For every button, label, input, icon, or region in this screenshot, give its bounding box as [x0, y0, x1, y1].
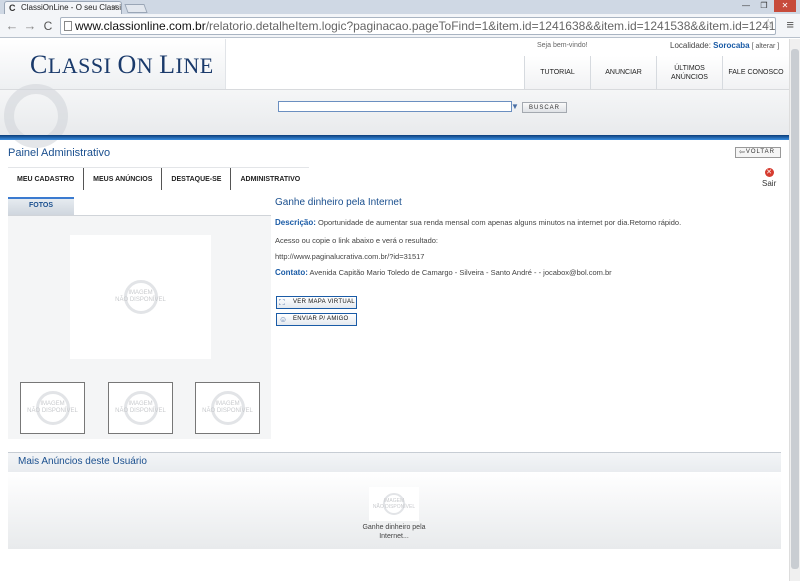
- ad-description: Descrição: Oportunidade de aumentar sua …: [275, 218, 681, 227]
- new-tab-button[interactable]: [124, 4, 148, 13]
- ad-link: http://www.paginalucrativa.com.br/?id=31…: [275, 252, 425, 261]
- search-button[interactable]: BUSCAR: [522, 102, 567, 113]
- more-ad-thumbnail[interactable]: IMAGEM NÃO DISPONÍVEL: [369, 487, 419, 521]
- description-label: Descrição:: [275, 218, 316, 227]
- ad-contact: Contato: Avenida Capitão Mario Toledo de…: [275, 268, 612, 277]
- ad-title: Ganhe dinheiro pela Internet: [275, 197, 402, 208]
- photo-thumbnail[interactable]: IMAGEM NÃO DISPONÍVEL: [195, 382, 260, 434]
- menu-wrench-icon[interactable]: ≡: [786, 17, 794, 32]
- locality-label: Localidade:: [670, 41, 714, 50]
- more-ad-caption[interactable]: Ganhe dinheiro pela Internet...: [361, 523, 427, 541]
- contact-label: Contato:: [275, 268, 308, 277]
- send-to-friend-label: ENVIAR P/ AMIGO: [293, 316, 349, 322]
- minimize-icon[interactable]: —: [738, 0, 754, 12]
- scroll-thumb[interactable]: [791, 49, 799, 569]
- send-to-friend-button[interactable]: ☺ ENVIAR P/ AMIGO: [276, 313, 357, 326]
- back-arrow-icon: ⇦: [739, 149, 746, 156]
- site-header: CLASSI ON LINE Seja bem-vindo! Localidad…: [0, 39, 800, 89]
- main-photo[interactable]: IMAGEM NÃO DISPONÍVEL: [70, 235, 211, 359]
- header-divider: [0, 135, 800, 140]
- chevron-down-icon[interactable]: ▼: [511, 102, 519, 111]
- tab-administrativo[interactable]: ADMINISTRATIVO: [231, 168, 309, 190]
- browser-tab[interactable]: C ClassiOnLine - O seu ClassiFi ×: [4, 1, 122, 15]
- url-host: www.classionline.com.br: [75, 19, 206, 33]
- photo-thumbnail[interactable]: IMAGEM NÃO DISPONÍVEL: [20, 382, 85, 434]
- locality: Localidade: Sorocaba [ alterar ]: [670, 41, 779, 50]
- window-controls: — ❐ ✕: [738, 0, 796, 12]
- menu-fale-conosco[interactable]: FALE CONOSCO: [722, 56, 790, 89]
- forward-icon[interactable]: →: [22, 18, 38, 34]
- tab-title: ClassiOnLine - O seu ClassiFi: [21, 3, 122, 12]
- photo-thumbnail[interactable]: IMAGEM NÃO DISPONÍVEL: [108, 382, 173, 434]
- no-image-text: IMAGEM NÃO DISPONÍVEL: [372, 498, 416, 510]
- menu-tutorial[interactable]: TUTORIAL: [524, 56, 590, 89]
- chrome-favicon-icon: C: [9, 3, 16, 13]
- window-close-icon[interactable]: ✕: [774, 0, 796, 12]
- bookmark-star-icon[interactable]: ☆: [762, 16, 774, 32]
- logout-link[interactable]: ✕ Sair: [762, 168, 776, 188]
- view-map-label: VER MAPA VIRTUAL: [293, 299, 355, 305]
- tab-meu-cadastro[interactable]: MEU CADASTRO: [8, 168, 85, 190]
- browser-toolbar: ← → C www.classionline.com.br/relatorio.…: [0, 14, 800, 38]
- admin-tabs: MEU CADASTRO MEUS ANÚNCIOS DESTAQUE-SE A…: [8, 167, 310, 190]
- logo-area[interactable]: CLASSI ON LINE: [0, 39, 226, 89]
- ad-text-line: Acesso ou copie o link abaixo e verá o r…: [275, 236, 439, 245]
- no-image-text: IMAGEM NÃO DISPONÍVEL: [202, 401, 253, 414]
- more-ads-title: Mais Anúncios deste Usuário: [18, 456, 147, 467]
- map-icon: ⛶: [279, 298, 285, 307]
- no-image-text: IMAGEM NÃO DISPONÍVEL: [27, 401, 78, 414]
- view-map-button[interactable]: ⛶ VER MAPA VIRTUAL: [276, 296, 357, 309]
- tab-destaque-se[interactable]: DESTAQUE-SE: [162, 168, 232, 190]
- locality-city: Sorocaba: [713, 41, 750, 50]
- address-bar[interactable]: www.classionline.com.br/relatorio.detalh…: [60, 17, 776, 35]
- logout-label: Sair: [762, 179, 777, 188]
- no-image-text: IMAGEM NÃO DISPONÍVEL: [115, 290, 166, 303]
- back-icon[interactable]: ←: [4, 18, 20, 34]
- search-input[interactable]: [278, 101, 512, 112]
- menu-ultimos-anuncios[interactable]: ÚLTIMOS ANÚNCIOS: [656, 56, 722, 89]
- tab-fotos[interactable]: FOTOS: [8, 197, 74, 215]
- tab-meus-anuncios[interactable]: MEUS ANÚNCIOS: [84, 168, 163, 190]
- user-icon: ☺: [279, 315, 288, 324]
- page-icon: [64, 21, 72, 31]
- url-path: /relatorio.detalheItem.logic?paginacao.p…: [205, 19, 776, 33]
- tab-close-icon[interactable]: ×: [112, 2, 117, 12]
- logout-icon: ✕: [764, 168, 774, 177]
- maximize-icon[interactable]: ❐: [756, 0, 772, 12]
- page-title: Painel Administrativo: [8, 147, 111, 159]
- main-menu: TUTORIAL ANUNCIAR ÚLTIMOS ANÚNCIOS FALE …: [524, 56, 790, 89]
- site-logo[interactable]: CLASSI ON LINE: [30, 50, 214, 80]
- back-button[interactable]: ⇦ VOLTAR: [735, 147, 781, 158]
- contact-text: Avenida Capitão Mario Toledo de Camargo …: [307, 268, 612, 277]
- menu-anunciar[interactable]: ANUNCIAR: [590, 56, 656, 89]
- change-locality-link[interactable]: [ alterar ]: [750, 43, 780, 50]
- reload-icon[interactable]: C: [40, 18, 56, 34]
- page-scrollbar[interactable]: [789, 39, 800, 581]
- search-band: ▼ BUSCAR: [0, 84, 800, 148]
- more-ads-header: Mais Anúncios deste Usuário: [8, 452, 781, 472]
- browser-tabstrip: C ClassiOnLine - O seu ClassiFi × — ❐ ✕: [0, 0, 800, 15]
- no-image-text: IMAGEM NÃO DISPONÍVEL: [115, 401, 166, 414]
- back-button-label: VOLTAR: [745, 149, 775, 155]
- description-text: Oportunidade de aumentar sua renda mensa…: [315, 218, 682, 227]
- welcome-text: Seja bem-vindo!: [537, 42, 588, 49]
